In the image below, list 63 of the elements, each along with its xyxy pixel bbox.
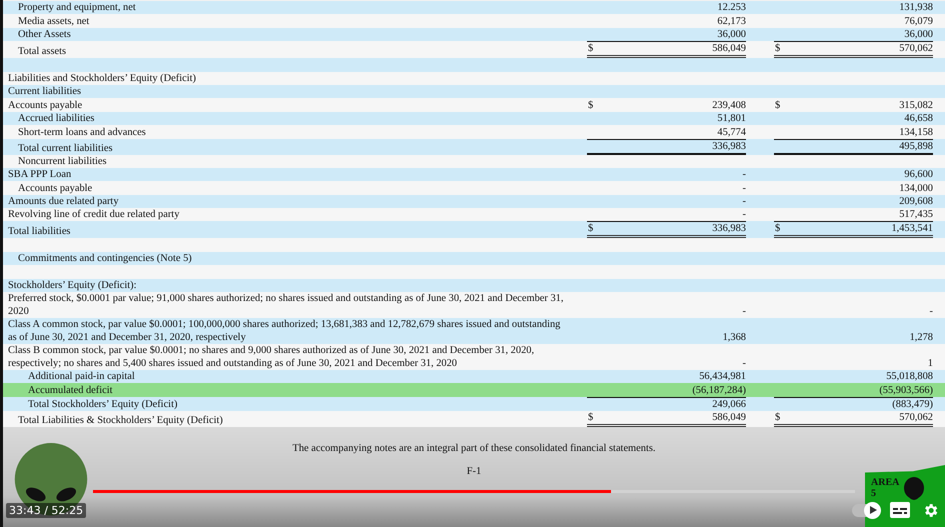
row-label: Revolving line of credit due related party (7, 208, 180, 222)
row-label: Total liabilities (7, 225, 72, 238)
row-label: Accounts payable (7, 98, 84, 112)
time-display: 33:43 / 52:25 (6, 502, 86, 518)
amount-cell-text: 46,658 (903, 112, 933, 126)
logo-text: AREA 5 (871, 477, 899, 499)
row-label: Total Liabilities & Stockholders’ Equity (Deficit) (17, 414, 224, 427)
row-label: Media assets, net (17, 14, 90, 28)
row-label: Accumulated deficit (27, 384, 114, 397)
row-label: Amounts due related party (7, 195, 120, 208)
amount-cell-text: 45,774 (716, 126, 746, 139)
amount-cell-text: - (742, 195, 746, 208)
row-label: Additional paid-in capital (27, 370, 136, 384)
amount-cell-text: 131,938 (898, 1, 933, 14)
subtitles-icon[interactable] (890, 502, 910, 518)
row-label: Current liabilities (7, 85, 82, 98)
amount-cell-text: 62,173 (716, 14, 746, 28)
amount-cell-text: 56,434,981 (698, 370, 746, 384)
amount-cell-text: 96,600 (903, 168, 933, 182)
amount-cell-text: (55,903,566) (878, 384, 933, 397)
amount-cell-text: 76,079 (903, 14, 933, 28)
row-label: Liabilities and Stockholders’ Equity (Deficit) (7, 72, 197, 85)
amount-cell-text: - (742, 357, 746, 370)
amount-cell-text: - (742, 168, 746, 182)
row-label: SBA PPP Loan (7, 168, 72, 182)
alien-head-icon (903, 477, 925, 503)
amount-cell-text: - (742, 208, 746, 222)
amount-cell-text: - (742, 182, 746, 195)
amount-cell-text: - (928, 305, 933, 318)
row-label: Class B common stock, par value $0.0001; no shares and 9,000 shares authorized as of June 30, 2021 and December 31, 2020, respectively; no shares and 5,400 shares issued and outstanding as of June 30, 2021 and December 31, 2020 (7, 344, 536, 370)
progress-bar[interactable] (93, 490, 855, 493)
amount-cell-text: 36,000 (903, 28, 933, 42)
page-number: F-1 (466, 466, 482, 477)
row-label: Other Assets (17, 28, 72, 42)
amount-cell-text: 1 (926, 357, 933, 370)
amount-cell-text: 55,018,808 (885, 370, 933, 384)
row-label: Total assets (17, 45, 68, 58)
row-label: Accounts payable (17, 182, 94, 195)
amount-cell-text: 12.253 (716, 1, 746, 14)
row-label: Class A common stock, par value $0.0001; 100,000,000 shares authorized; 13,681,383 and 12,782,679 shares issued and outstanding as of June 30, 2021 and December 31, 2020, respectively (7, 318, 562, 344)
amount-cell-text: (56,187,284) (691, 384, 746, 397)
row-label: Total Stockholders’ Equity (Deficit) (27, 398, 178, 411)
amount-cell-text: 36,000 (716, 28, 746, 42)
row-label: Stockholders’ Equity (Deficit): (7, 279, 138, 292)
amount-cell-text: 134,000 (898, 182, 933, 195)
amount-cell-text: 209,608 (898, 195, 933, 208)
row-label: Preferred stock, $0.0001 par value; 91,000 shares authorized; no shares issued and outstanding as of June 30, 2021 and December 31, 2020 (7, 292, 564, 318)
row-label: Noncurrent liabilities (17, 154, 108, 168)
row-label: Commitments and contingencies (Note 5) (17, 252, 193, 266)
row-label: Accrued liabilities (17, 112, 96, 126)
row-label: Short-term loans and advances (17, 126, 147, 139)
row-label: Property and equipment, net (17, 1, 137, 14)
amount-cell-text: 134,158 (898, 126, 933, 139)
amount-cell-text: - (742, 305, 746, 318)
amount-cell-text: 517,435 (898, 208, 933, 222)
amount-cell-text: 51,801 (716, 112, 746, 126)
play-icon (868, 506, 876, 514)
amount-cell-text: 1,368 (722, 331, 746, 344)
row-label: Total current liabilities (17, 142, 114, 155)
amount-cell-text: $ 315,082 (774, 98, 933, 112)
footnote: The accompanying notes are an integral part of these consolidated financial statements. (292, 442, 656, 454)
amount-cell-text: 1,278 (908, 331, 933, 344)
amount-cell-text: $ 239,408 (587, 98, 746, 112)
